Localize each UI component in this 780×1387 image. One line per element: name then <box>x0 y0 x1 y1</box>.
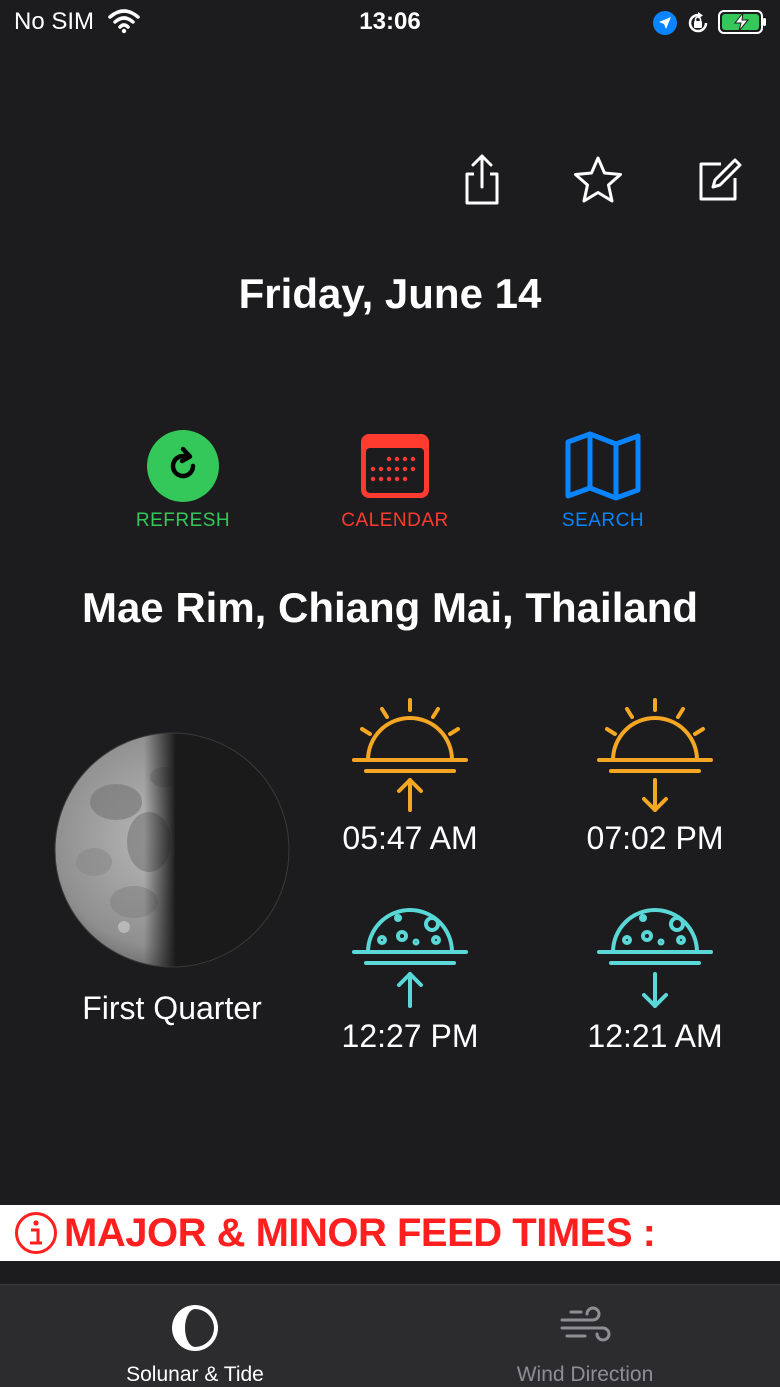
rotation-lock-icon <box>688 12 708 33</box>
sunset-event: 07:02 PM <box>565 696 745 857</box>
moonset-icon <box>597 908 713 1008</box>
tab-wind-direction[interactable]: Wind Direction <box>480 1285 690 1387</box>
star-icon <box>574 156 622 203</box>
wind-icon <box>560 1306 611 1342</box>
moonrise-event: 12:27 PM <box>320 902 500 1055</box>
info-icon <box>15 1212 57 1254</box>
moon-phase-label: First Quarter <box>82 990 262 1026</box>
sunrise-icon <box>352 698 468 812</box>
moonrise-time: 12:27 PM <box>341 1018 479 1054</box>
status-bar: No SIM 13:06 <box>0 0 780 44</box>
favorite-button[interactable] <box>572 152 624 208</box>
map-icon <box>565 431 641 501</box>
sunset-icon <box>597 698 713 812</box>
feed-times-banner[interactable]: MAJOR & MINOR FEED TIMES : <box>0 1205 780 1261</box>
tab-solunar-label: Solunar & Tide <box>126 1363 264 1386</box>
edit-button[interactable] <box>692 152 744 208</box>
sunset-time: 07:02 PM <box>586 820 724 856</box>
tab-wind-label: Wind Direction <box>516 1363 654 1386</box>
moonset-event: 12:21 AM <box>565 902 745 1055</box>
location-arrow-icon <box>653 11 677 35</box>
location-title: Mae Rim, Chiang Mai, Thailand <box>81 584 699 631</box>
refresh-icon <box>147 430 219 502</box>
refresh-label: REFRESH <box>135 510 231 531</box>
calendar-button[interactable]: CALENDAR <box>320 428 470 532</box>
page-title: Friday, June 14 <box>238 270 542 317</box>
moon-phase-image <box>54 732 290 968</box>
feed-times-heading: MAJOR & MINOR FEED TIMES : <box>64 1210 656 1255</box>
search-label: SEARCH <box>561 510 645 531</box>
battery-charging-icon <box>718 10 766 34</box>
sunrise-time: 05:47 AM <box>342 820 478 856</box>
tab-solunar-tide[interactable]: Solunar & Tide <box>90 1285 300 1387</box>
search-button[interactable]: SEARCH <box>528 428 678 532</box>
refresh-button[interactable]: REFRESH <box>108 428 258 532</box>
share-icon <box>465 154 499 205</box>
tab-bar: Solunar & Tide Wind Direction <box>0 1284 780 1387</box>
calendar-label: CALENDAR <box>341 510 449 531</box>
sunrise-event: 05:47 AM <box>320 696 500 857</box>
moon-phase-icon <box>172 1305 218 1351</box>
calendar-icon <box>361 434 429 498</box>
moonrise-icon <box>352 908 468 1008</box>
edit-icon <box>699 158 742 201</box>
moonset-time: 12:21 AM <box>587 1018 723 1054</box>
share-button[interactable] <box>456 152 508 208</box>
